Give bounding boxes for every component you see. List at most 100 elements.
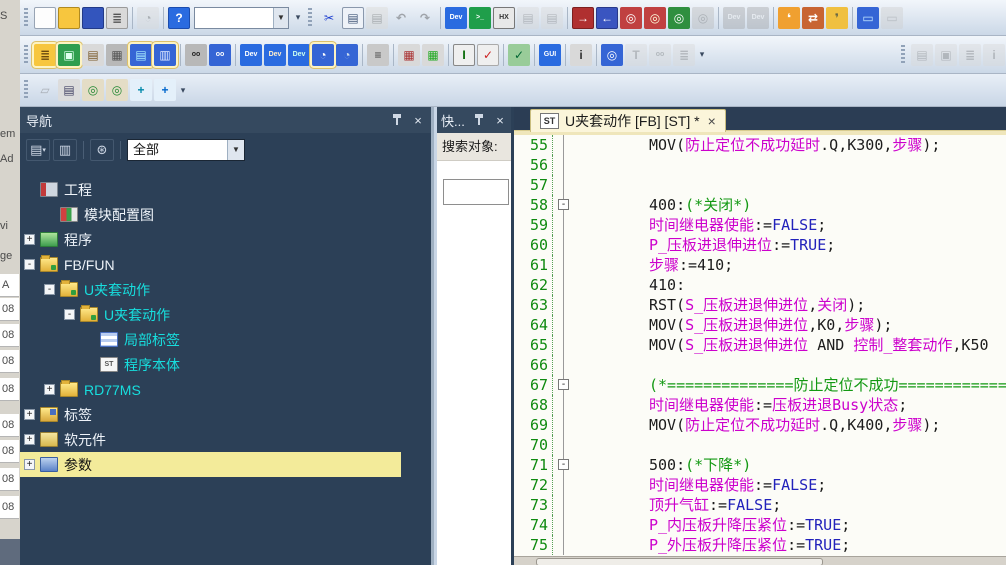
code-line-68[interactable]: 68时间继电器使能:=压板进退Busy状态; [514, 395, 1006, 415]
expand-icon[interactable]: + [44, 384, 55, 395]
print-icon[interactable]: ≣ [106, 7, 128, 29]
pin-icon[interactable] [391, 114, 403, 126]
hk-monitor-write-icon[interactable]: HX [493, 7, 515, 29]
code-line-75[interactable]: 75P_外压板升降压紧位:=TRUE; [514, 535, 1006, 555]
outline-list-icon[interactable]: ≡ [367, 44, 389, 66]
tree-item-程序[interactable]: +程序 [20, 227, 431, 252]
code-line-66[interactable]: 66 [514, 355, 1006, 375]
io-check-icon[interactable]: ✓ [477, 44, 499, 66]
collapse-all-icon[interactable]: ▥ [53, 139, 77, 161]
gear-icon[interactable]: ⊛ [90, 139, 114, 161]
code-line-59[interactable]: 59时间继电器使能:=FALSE; [514, 215, 1006, 235]
cut-icon[interactable]: ✂ [318, 7, 340, 29]
copy-icon[interactable]: ▤ [342, 7, 364, 29]
dim-align-icon[interactable]: T [625, 44, 647, 66]
verify-result-icon[interactable]: ◎ [668, 7, 690, 29]
dim-eraser-icon[interactable]: ▱ [34, 79, 56, 101]
verify-with-plc-icon[interactable]: ◎ [620, 7, 642, 29]
tree-item-工程[interactable]: 工程 [20, 177, 431, 202]
tree-item-FB/FUN[interactable]: -FB/FUN [20, 252, 431, 277]
gui-display-setting-icon[interactable]: GUI [539, 44, 561, 66]
verify-disabled-icon[interactable]: ◎ [692, 7, 714, 29]
expand-icon[interactable]: + [24, 409, 35, 420]
pin-icon[interactable] [473, 114, 485, 126]
code-line-61[interactable]: 61步骤:=410; [514, 255, 1006, 275]
write-to-plc-icon[interactable]: → [572, 7, 594, 29]
expand-icon[interactable]: + [24, 459, 35, 470]
toolbar-grip[interactable] [24, 8, 28, 28]
device-read-dim-1-icon[interactable]: Dev [723, 7, 745, 29]
device-comment-list-icon[interactable]: Dev [240, 44, 262, 66]
code-line-65[interactable]: 65MOV(S_压板进退伸进位 AND 控制_整套动作,K50 [514, 335, 1006, 355]
close-icon[interactable]: × [493, 113, 507, 128]
dim-monitor-list-icon[interactable]: ≣ [959, 44, 981, 66]
redo-icon[interactable]: ↷ [414, 7, 436, 29]
code-line-55[interactable]: 55MOV(防止定位不成功延时.Q,K300,步骤); [514, 135, 1006, 155]
window-search-icon[interactable]: ◎ [601, 44, 623, 66]
horizontal-scrollbar[interactable] [514, 556, 1006, 565]
toolbar-grip[interactable] [24, 45, 28, 65]
device-list-icon[interactable]: ▦ [422, 44, 444, 66]
fold-collapse-icon[interactable]: - [558, 199, 569, 210]
code-line-74[interactable]: 74P_内压板升降压紧位:=TRUE; [514, 515, 1006, 535]
tree-item-U夹套动作[interactable]: -U夹套动作 [20, 277, 431, 302]
tab-u-jacket-action[interactable]: ST U夹套动作 [FB] [ST] * × [530, 109, 726, 132]
edit-mode-icon[interactable]: I [453, 44, 475, 66]
fold-collapse-icon[interactable]: - [558, 379, 569, 390]
toolbar-grip[interactable] [24, 80, 28, 100]
tree-item-局部标签[interactable]: 局部标签 [20, 327, 431, 352]
code-line-69[interactable]: 69MOV(防止定位不成功延时.Q,K400,步骤); [514, 415, 1006, 435]
collapse-icon[interactable]: - [64, 309, 75, 320]
device-read-dim-2-icon[interactable]: Dev [747, 7, 769, 29]
new-project-icon[interactable] [34, 7, 56, 29]
fold-collapse-icon[interactable]: - [558, 459, 569, 470]
open-project-icon[interactable] [58, 7, 80, 29]
code-line-58[interactable]: 58-400:(*关闭*) [514, 195, 1006, 215]
tree-item-RD77MS[interactable]: +RD77MS [20, 377, 431, 402]
program-editor-window-icon[interactable]: ▤ [130, 44, 152, 66]
toolbar-overflow-button[interactable]: ▾ [292, 12, 304, 23]
watch-monitor-stop-icon[interactable]: ◔ [336, 44, 358, 66]
search-input[interactable] [443, 179, 509, 205]
element-selection-icon[interactable]: ▤ [82, 44, 104, 66]
device-comment-transfer-icon[interactable]: ⇄ [802, 7, 824, 29]
insert-row-below-icon[interactable]: + [154, 79, 176, 101]
cross-reference-icon[interactable]: ▦ [398, 44, 420, 66]
code-line-70[interactable]: 70 [514, 435, 1006, 455]
find-icon[interactable]: oo [185, 44, 207, 66]
device-chip-icon[interactable]: ▦ [106, 44, 128, 66]
device-rack-icon[interactable]: Dev [288, 44, 310, 66]
code-line-67[interactable]: 67-(*==============防止定位不成功============== [514, 375, 1006, 395]
code-line-60[interactable]: 60P_压板进退伸进位:=TRUE; [514, 235, 1006, 255]
label-editor-window-icon[interactable]: ▥ [154, 44, 176, 66]
tree-item-程序本体[interactable]: ST程序本体 [20, 352, 431, 377]
read-from-plc-icon[interactable]: ← [596, 7, 618, 29]
toolbar-grip[interactable] [308, 8, 312, 28]
save-project-icon[interactable] [82, 7, 104, 29]
comment-display-icon[interactable]: ❛ [778, 7, 800, 29]
screen-exec-write-icon[interactable]: >_ [469, 7, 491, 29]
tree-item-U夹套动作[interactable]: -U夹套动作 [20, 302, 431, 327]
insert-row-above-icon[interactable]: + [130, 79, 152, 101]
dim-window-list-icon[interactable]: ≣ [673, 44, 695, 66]
code-line-62[interactable]: 62410: [514, 275, 1006, 295]
tree-item-参数[interactable]: +参数 [20, 452, 401, 477]
remote-dim-icon[interactable]: ▭ [881, 7, 903, 29]
project-selector-dropdown[interactable]: ▼ [194, 7, 289, 29]
toolbar-grip[interactable] [901, 45, 905, 65]
watch-monitor-start-icon[interactable]: ◔ [312, 44, 334, 66]
user-search-icon[interactable]: i [570, 44, 592, 66]
tree-display-setting-icon[interactable]: ▤▾ [26, 139, 50, 161]
expand-icon[interactable]: + [24, 434, 35, 445]
write-option-2-icon[interactable]: ▤ [541, 7, 563, 29]
device-tree-icon[interactable]: Dev [264, 44, 286, 66]
dim-monitor-frame-icon[interactable]: ▣ [935, 44, 957, 66]
statement-list-icon[interactable]: ▤ [58, 79, 80, 101]
find-next-icon[interactable]: ◎ [106, 79, 128, 101]
convert-check-icon[interactable]: ✓ [508, 44, 530, 66]
help-icon[interactable]: ? [168, 7, 190, 29]
paste-icon[interactable]: ▤ [366, 7, 388, 29]
code-line-63[interactable]: 63RST(S_压板进退伸进位,关闭); [514, 295, 1006, 315]
expand-icon[interactable]: + [24, 234, 35, 245]
code-area[interactable]: 55MOV(防止定位不成功延时.Q,K300,步骤);565758-400:(*… [514, 135, 1006, 557]
